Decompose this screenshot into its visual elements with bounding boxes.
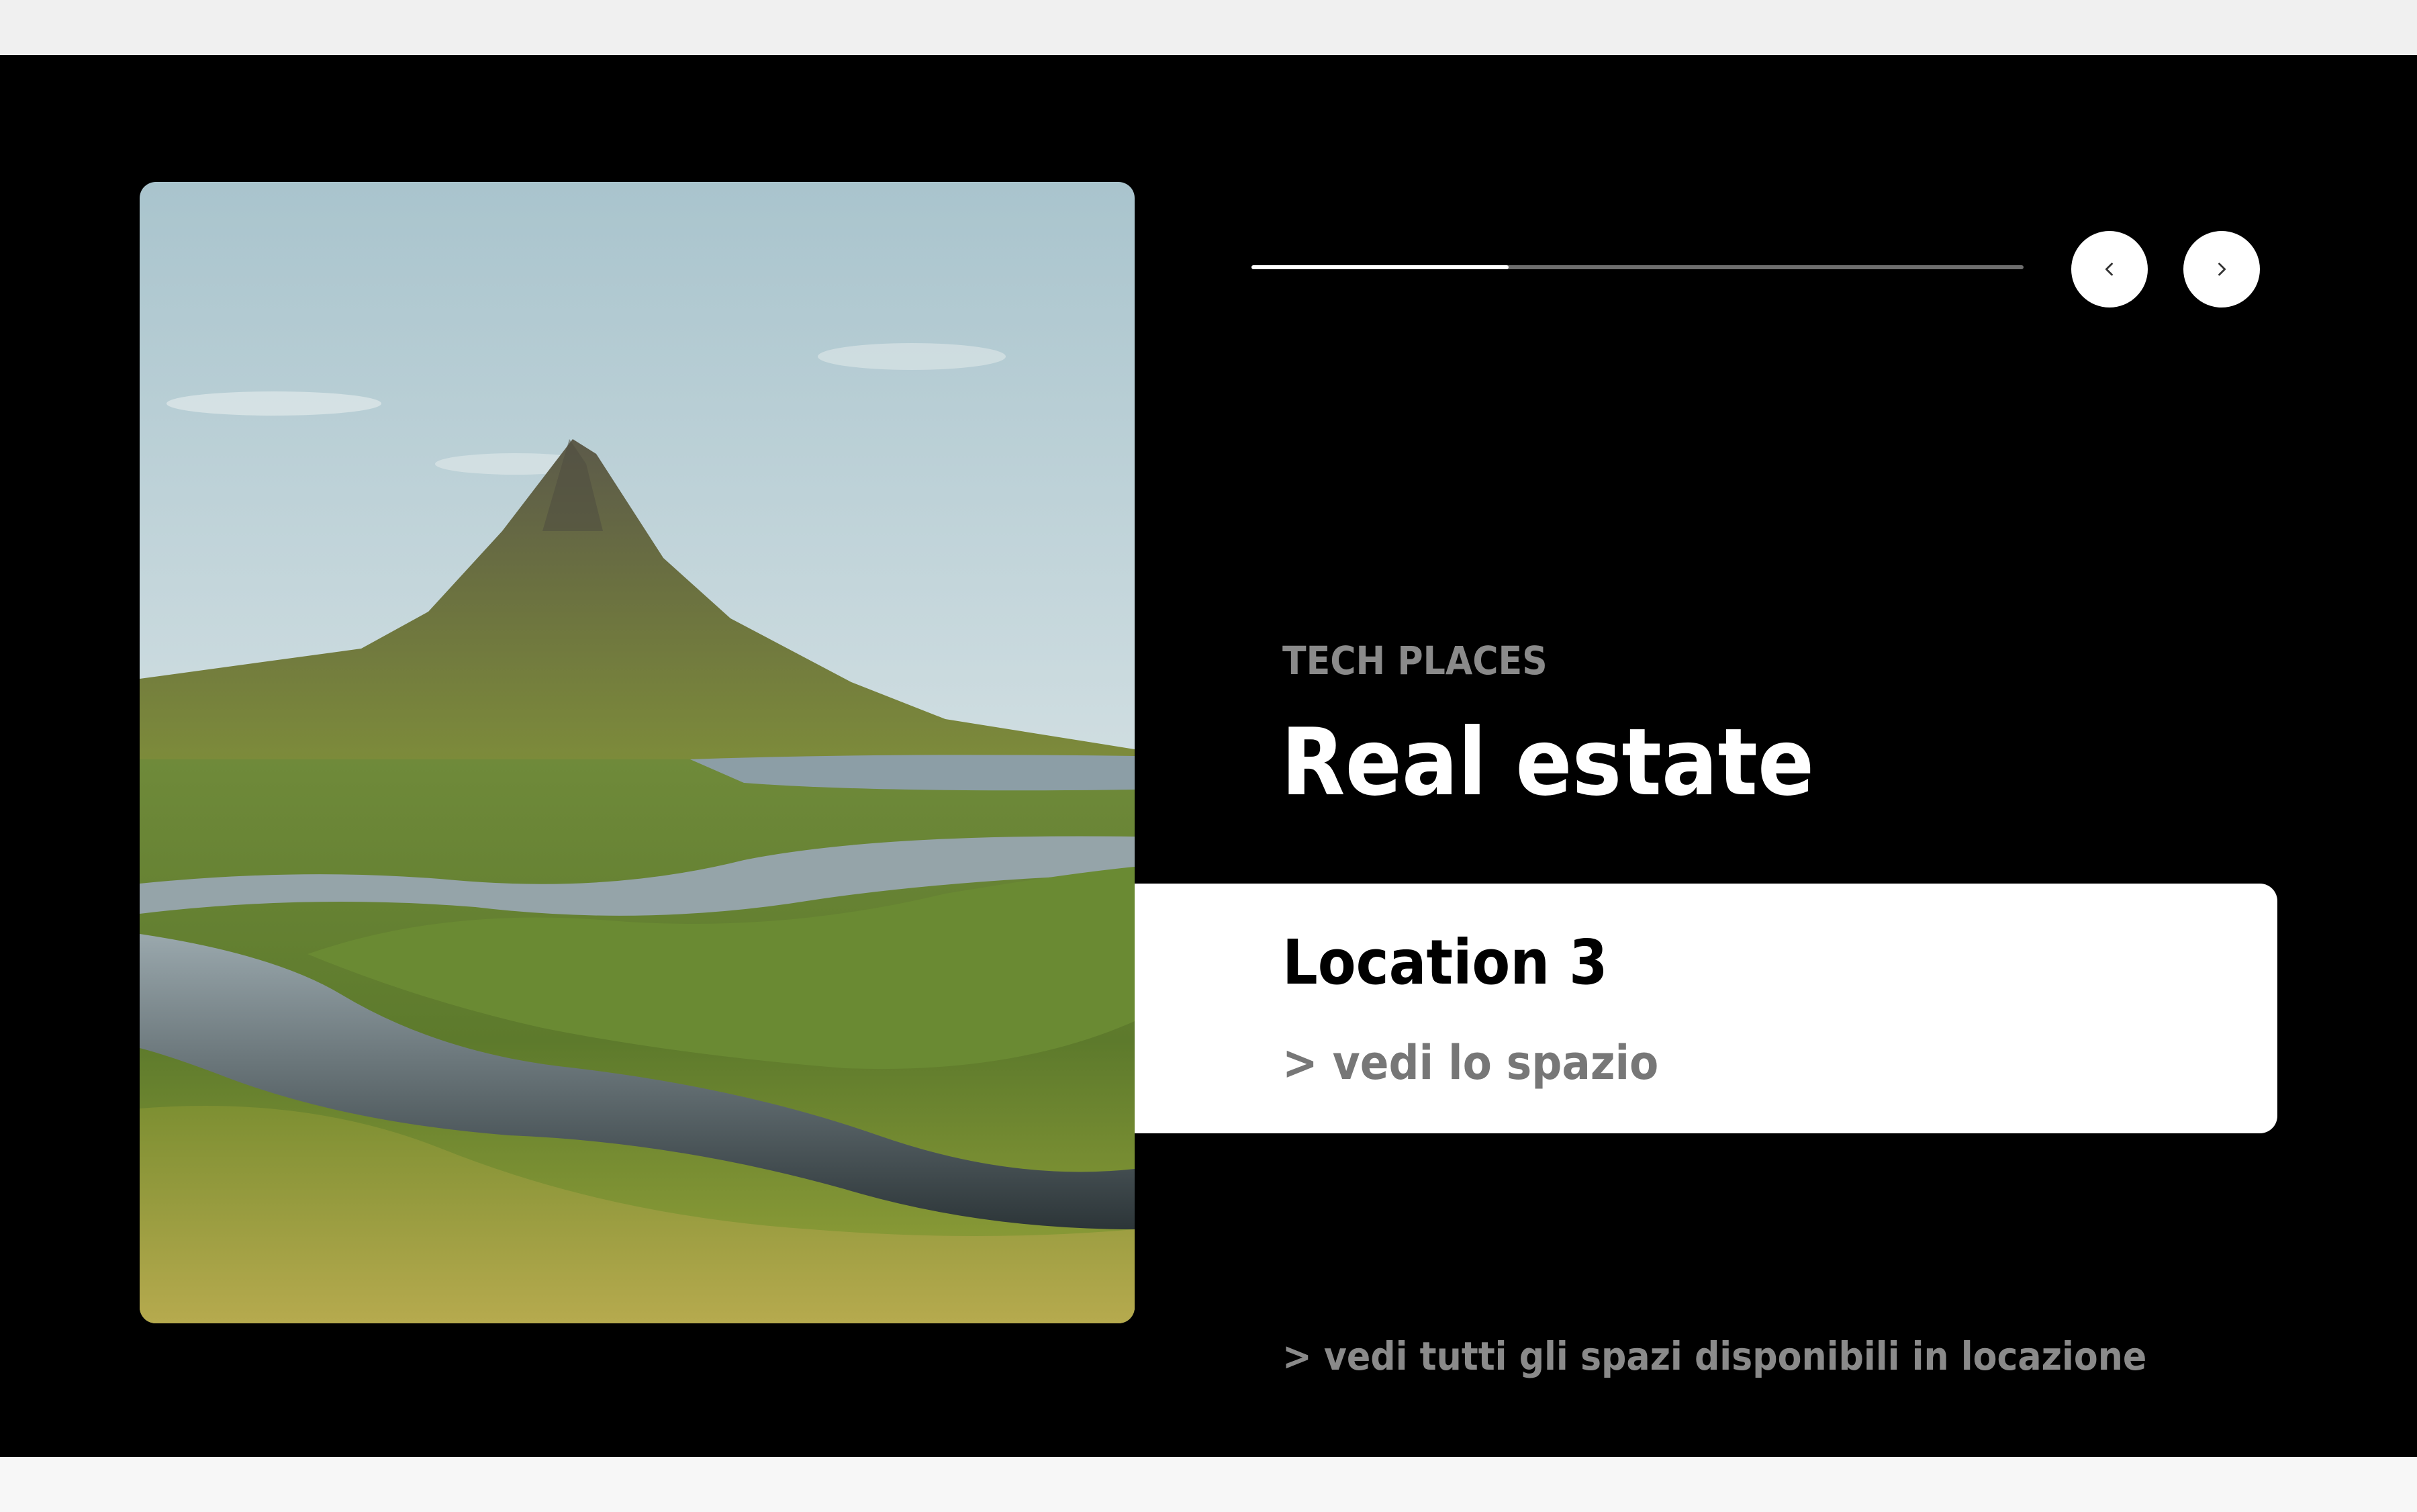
hero-slider: TECH PLACES Real estate Location 3 > ved… <box>0 55 2417 1457</box>
view-space-link[interactable]: > vedi lo spazio <box>1282 1035 1658 1090</box>
location-name: Location 3 <box>1282 927 1608 998</box>
top-strip <box>0 0 2417 55</box>
slide-image <box>140 182 1135 1323</box>
section-eyebrow: TECH PLACES <box>1282 638 1548 683</box>
slider-progress <box>1251 265 2024 269</box>
bottom-strip <box>0 1457 2417 1512</box>
landscape-photo <box>140 182 1135 1323</box>
chevron-left-icon <box>2105 263 2113 276</box>
previous-slide-button[interactable] <box>2071 231 2148 308</box>
chevron-right-icon <box>2218 263 2226 276</box>
next-slide-button[interactable] <box>2183 231 2260 308</box>
slide-title: Real estate <box>1281 708 1815 816</box>
slider-progress-fill <box>1251 265 1509 269</box>
location-card[interactable]: Location 3 > vedi lo spazio <box>1135 884 2277 1133</box>
view-all-spaces-link[interactable]: > vedi tutti gli spazi disponibili in lo… <box>1282 1333 2146 1379</box>
